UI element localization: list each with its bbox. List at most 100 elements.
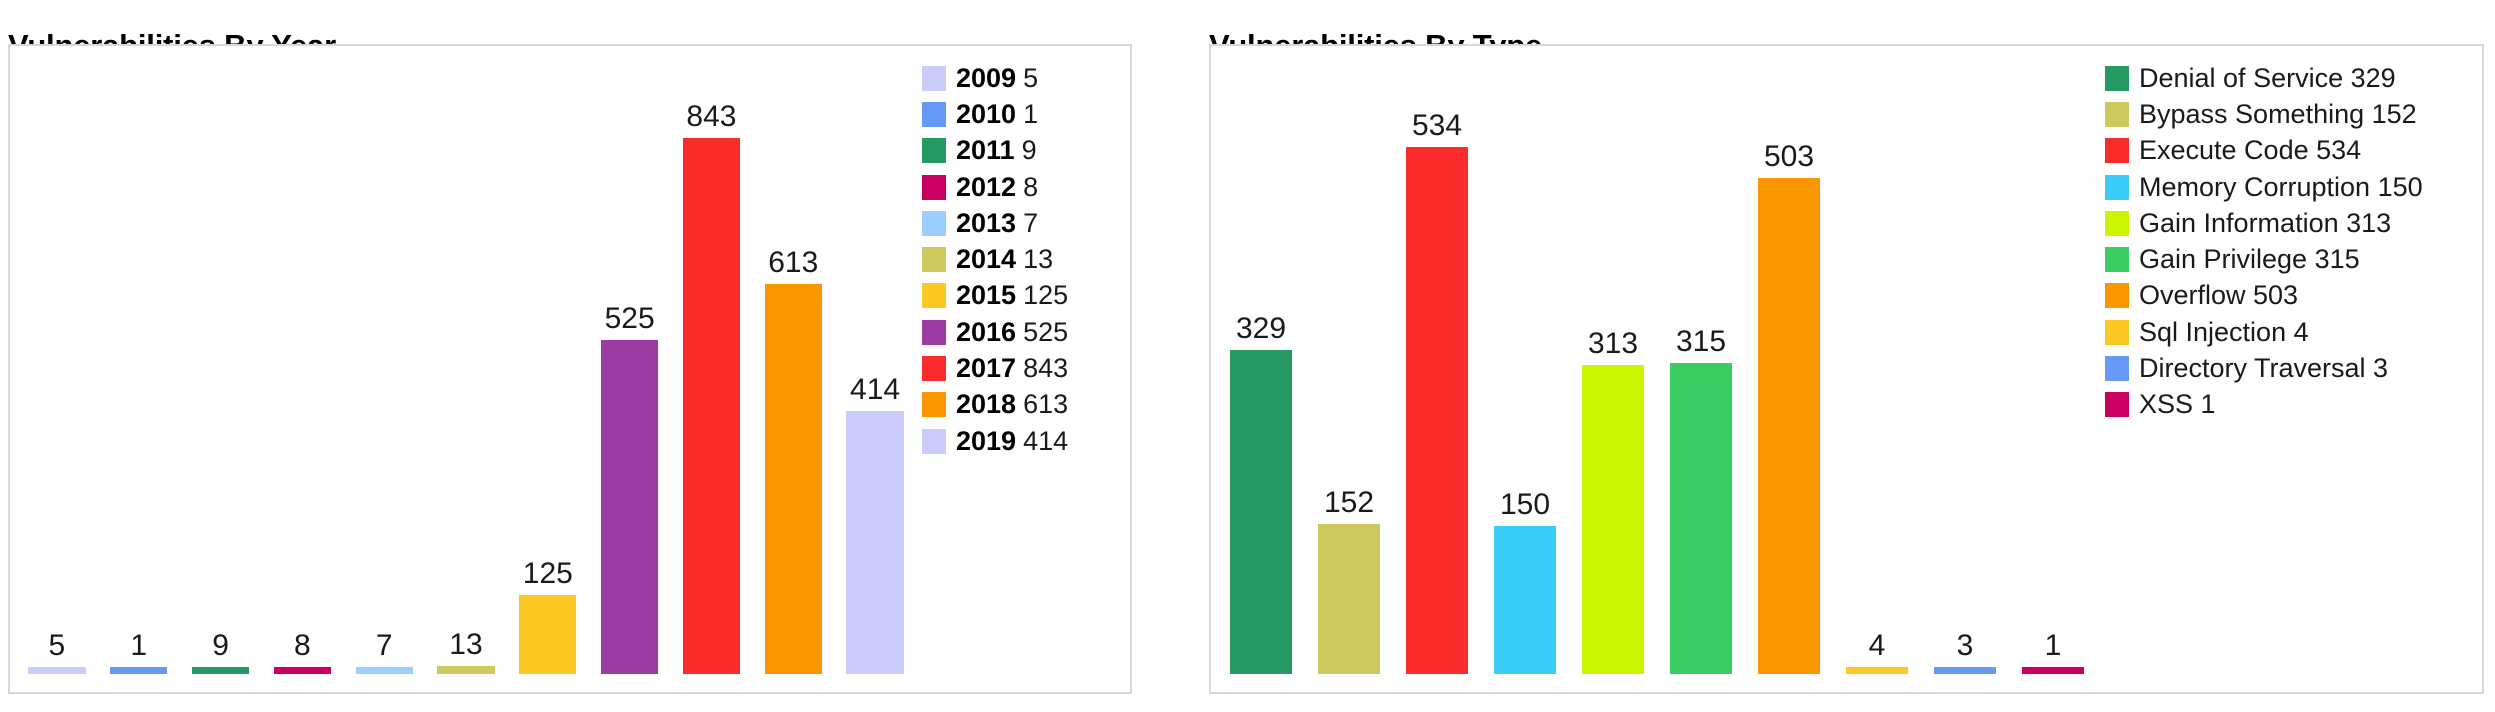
bar[interactable] [1230,349,1292,674]
bar-group[interactable]: 329 [1230,50,1292,674]
bar-value-label: 5 [48,629,66,662]
bar[interactable] [273,667,331,674]
legend-item[interactable]: Bypass Something 152 [2105,96,2480,132]
bar[interactable] [28,667,86,674]
bar[interactable] [519,594,577,674]
legend-item[interactable]: Overflow 503 [2105,278,2480,314]
legend-item[interactable]: Directory Traversal 3 [2105,350,2480,386]
bar-value-label: 525 [604,302,655,336]
legend-label: 2019 [956,425,1017,456]
bar-value-label: 7 [375,629,393,662]
legend-color-swatch-icon [2105,210,2129,236]
legend-item[interactable]: 2017 843 [922,350,1132,386]
legend-label: 2009 [956,62,1017,93]
bar-group[interactable]: 13 [437,50,495,674]
bar[interactable] [2022,667,2084,674]
legend-color-swatch-icon [922,101,946,127]
legend-color-swatch-icon [922,138,946,164]
bar-value-label: 503 [1763,139,1815,173]
legend-color-swatch-icon [922,428,946,454]
legend-color-swatch-icon [2105,174,2129,200]
bar-group[interactable]: 3 [1934,50,1996,674]
legend-item[interactable]: 2019 414 [922,423,1132,459]
legend-label: Gain Information 313 [2139,207,2392,238]
legend-label: 2011 [956,135,1015,166]
bar[interactable] [1406,147,1468,674]
legend-value: 5 [1023,62,1039,93]
legend-label: Memory Corruption 150 [2139,171,2423,202]
bar-group[interactable]: 525 [601,50,659,674]
legend-item[interactable]: 2009 5 [922,60,1132,96]
legend-label: 2013 [956,207,1017,238]
legend-item[interactable]: 2011 9 [922,133,1132,169]
legend-color-swatch-icon [2105,138,2129,164]
bar-group[interactable]: 414 [846,50,904,674]
bar-value-label: 534 [1411,109,1463,143]
bar-group[interactable]: 150 [1494,50,1556,674]
plot-area-by-year: 5 1 9 8 7 13 125 525 843 613 414 [16,50,916,688]
bar-value-label: 315 [1675,325,1727,359]
bar-group[interactable]: 843 [682,50,741,674]
legend-value: 9 [1021,135,1037,166]
bar[interactable] [1494,526,1556,674]
legend-label: XSS 1 [2139,389,2216,420]
bar-group[interactable]: 503 [1758,50,1820,674]
legend-item[interactable]: Gain Information 313 [2105,205,2480,241]
legend-label: Execute Code 534 [2139,135,2362,166]
bar[interactable] [846,410,904,674]
legend-item[interactable]: Gain Privilege 315 [2105,241,2480,277]
bar-group[interactable]: 125 [519,50,577,674]
bar-group[interactable]: 5 [28,50,86,674]
chart-legend-by-year: 2009 5 2010 1 2011 9 2012 8 2013 7 2014 13 2015 125 20… [922,60,1132,692]
bar[interactable] [682,138,741,674]
legend-item[interactable]: Execute Code 534 [2105,133,2480,169]
bar-group[interactable]: 313 [1582,50,1644,674]
legend-item[interactable]: 2016 525 [922,314,1132,350]
bar[interactable] [1846,667,1908,674]
chart-container-by-type: 329 152 534 150 313 315 503 4 3 1 Denial of Servi… [1209,44,2484,694]
legend-value: 7 [1023,207,1039,238]
legend-label: 2014 [956,244,1017,275]
bar[interactable] [110,667,168,674]
legend-item[interactable]: 2013 7 [922,205,1132,241]
bar[interactable] [1670,363,1732,674]
bar-group[interactable]: 8 [273,50,331,674]
bar-group[interactable]: 315 [1670,50,1732,674]
legend-item[interactable]: Memory Corruption 150 [2105,169,2480,205]
legend-item[interactable]: Sql Injection 4 [2105,314,2480,350]
legend-item[interactable]: 2018 613 [922,387,1132,423]
legend-item[interactable]: 2010 1 [922,96,1132,132]
bar-group[interactable]: 152 [1318,50,1380,674]
bar[interactable] [437,665,495,674]
bar[interactable] [764,284,822,674]
bar-group[interactable]: 1 [110,50,168,674]
bar[interactable] [1318,524,1380,674]
legend-label: Sql Injection 4 [2139,316,2309,347]
legend-value: 125 [1023,280,1069,311]
legend-item[interactable]: 2014 13 [922,241,1132,277]
legend-item[interactable]: 2015 125 [922,278,1132,314]
bar[interactable] [1758,177,1820,674]
bar-value-label: 313 [1587,327,1639,361]
bar[interactable] [191,667,250,674]
legend-item[interactable]: 2012 8 [922,169,1132,205]
bar-value-label: 414 [850,372,901,406]
bar[interactable] [1934,667,1996,674]
bar[interactable] [1582,365,1644,674]
legend-item[interactable]: XSS 1 [2105,387,2480,423]
legend-label: Gain Privilege 315 [2139,244,2360,275]
bar[interactable] [601,340,659,674]
bar-value-label: 9 [212,629,229,662]
legend-value: 13 [1023,244,1054,275]
bar[interactable] [355,667,413,674]
legend-label: 2012 [956,171,1017,202]
bar-group[interactable]: 613 [764,50,822,674]
bar-group[interactable]: 7 [355,50,413,674]
bar-group[interactable]: 534 [1406,50,1468,674]
legend-label: 2017 [956,353,1017,384]
bar-group[interactable]: 4 [1846,50,1908,674]
bar-group[interactable]: 1 [2022,50,2084,674]
legend-item[interactable]: Denial of Service 329 [2105,60,2480,96]
bar-group[interactable]: 9 [191,50,250,674]
bar-value-label: 4 [1868,629,1886,662]
